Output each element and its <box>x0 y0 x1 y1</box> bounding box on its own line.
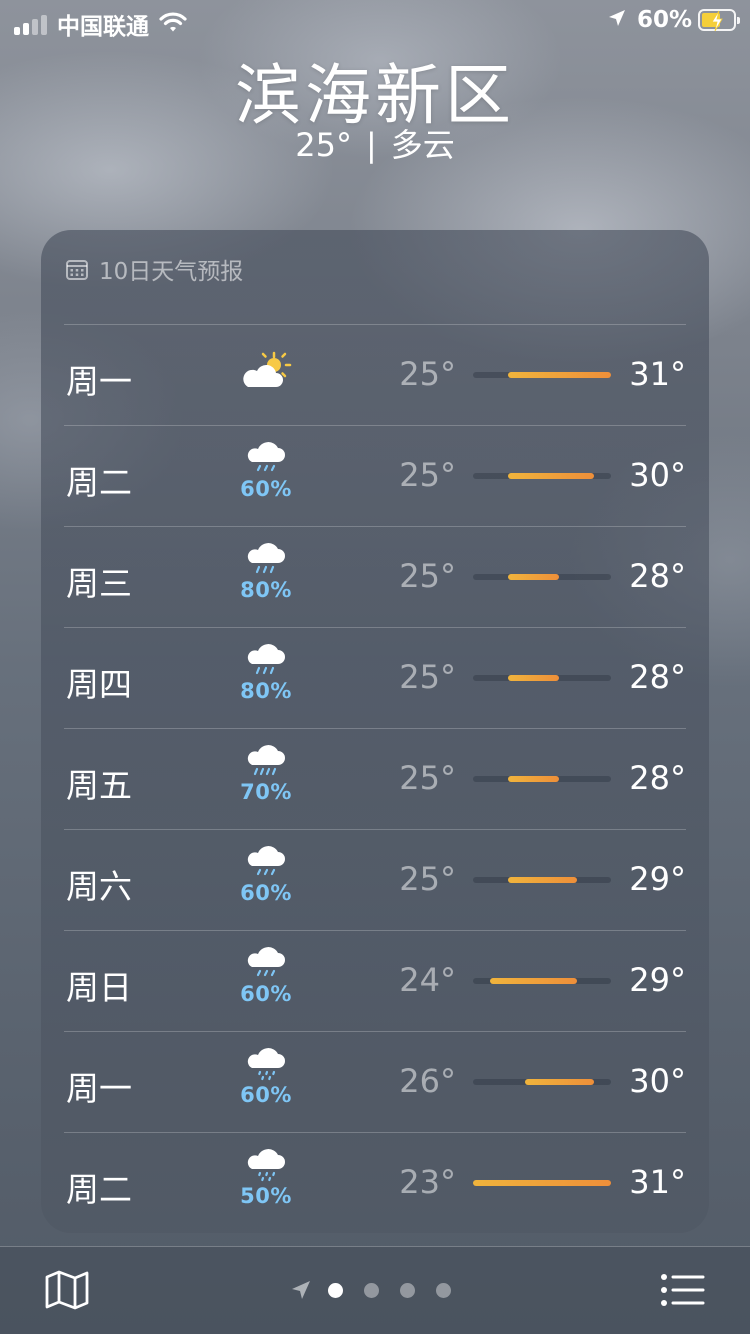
precipitation-chance: 50% <box>240 1184 292 1208</box>
high-temperature: 29° <box>629 961 686 999</box>
battery-charging-icon <box>698 9 740 32</box>
forecast-day: 周二 <box>66 463 132 502</box>
temperature-range-bar <box>473 978 611 984</box>
page-indicator[interactable] <box>290 1279 472 1301</box>
temperature-range-bar <box>473 675 611 681</box>
rain-cloud-icon <box>234 642 298 678</box>
forecast-row[interactable]: 周一 60% 26° 30° <box>64 1031 686 1132</box>
temperature-range-bar <box>473 372 611 378</box>
forecast-row[interactable]: 周二 60% 25° 30° <box>64 425 686 526</box>
summary-separator: | <box>365 126 377 164</box>
location-arrow-icon <box>607 8 627 32</box>
partly-cloudy-sun-icon <box>234 351 298 391</box>
high-temperature: 28° <box>629 658 686 696</box>
current-summary: 25° | 多云 <box>0 120 750 166</box>
low-temperature: 25° <box>399 658 456 696</box>
bottom-toolbar <box>0 1246 750 1334</box>
forecast-row[interactable]: 周日 60% 24° 29° <box>64 930 686 1031</box>
page-dot[interactable] <box>436 1282 451 1298</box>
forecast-row[interactable]: 周一 25° 31° <box>64 324 686 425</box>
forecast-day: 周六 <box>66 867 132 906</box>
low-temperature: 26° <box>399 1062 456 1100</box>
cellular-signal-icon <box>14 13 47 35</box>
temperature-range-bar <box>473 473 611 479</box>
temperature-range-fill <box>507 675 560 681</box>
carrier-name: 中国联通 <box>57 14 149 40</box>
forecast-card-header: 10日天气预报 <box>65 252 243 286</box>
precipitation-chance: 70% <box>240 780 292 804</box>
calendar-icon <box>65 257 89 281</box>
rain-cloud-icon <box>234 541 298 577</box>
low-temperature: 25° <box>399 355 456 393</box>
forecast-day: 周二 <box>66 1170 132 1209</box>
wifi-icon <box>159 11 187 37</box>
temperature-range-bar <box>473 1180 611 1186</box>
forecast-row[interactable]: 周六 60% 25° 29° <box>64 829 686 930</box>
forecast-day: 周四 <box>66 665 132 704</box>
page-dot[interactable] <box>400 1282 415 1298</box>
page-dot[interactable] <box>364 1282 379 1298</box>
low-temperature: 25° <box>399 557 456 595</box>
forecast-row[interactable]: 周四 80% 25° 28° <box>64 627 686 728</box>
forecast-title: 10日天气预报 <box>99 259 244 285</box>
forecast-row[interactable]: 周三 80% 25° 28° <box>64 526 686 627</box>
map-button[interactable] <box>44 1269 90 1315</box>
temperature-range-bar <box>473 1079 611 1085</box>
current-temperature: 25° <box>295 126 352 164</box>
low-temperature: 24° <box>399 961 456 999</box>
high-temperature: 28° <box>629 557 686 595</box>
rain-cloud-icon <box>234 440 298 476</box>
temperature-range-fill <box>507 372 611 378</box>
precipitation-chance: 60% <box>240 881 292 905</box>
list-button[interactable] <box>660 1273 706 1311</box>
low-temperature: 25° <box>399 759 456 797</box>
forecast-row[interactable]: 周二 50% 23° 31° <box>64 1132 686 1233</box>
high-temperature: 31° <box>629 1163 686 1201</box>
precipitation-chance: 60% <box>240 477 292 501</box>
low-temperature: 25° <box>399 860 456 898</box>
low-temperature: 25° <box>399 456 456 494</box>
temperature-range-fill <box>507 574 560 580</box>
precipitation-chance: 60% <box>240 1083 292 1107</box>
high-temperature: 30° <box>629 1062 686 1100</box>
high-temperature: 28° <box>629 759 686 797</box>
location-arrow-icon <box>290 1279 312 1301</box>
temperature-range-fill <box>490 978 577 984</box>
low-temperature: 23° <box>399 1163 456 1201</box>
high-temperature: 29° <box>629 860 686 898</box>
forecast-day: 周五 <box>66 766 132 805</box>
drizzle-cloud-icon <box>234 1046 298 1082</box>
status-bar: 中国联通 60% <box>0 0 750 40</box>
high-temperature: 30° <box>629 456 686 494</box>
temperature-range-fill <box>507 776 560 782</box>
high-temperature: 31° <box>629 355 686 393</box>
forecast-list: 周一 25° 31° 周二 60% 25° 30° 周三 80% 25° 28°… <box>64 324 686 1233</box>
precipitation-chance: 80% <box>240 578 292 602</box>
temperature-range-fill <box>524 1079 594 1085</box>
current-condition: 多云 <box>390 126 455 164</box>
temperature-range-bar <box>473 574 611 580</box>
forecast-day: 周一 <box>66 362 132 401</box>
drizzle-cloud-icon <box>234 1147 298 1183</box>
temperature-range-bar <box>473 877 611 883</box>
rain-cloud-icon <box>234 844 298 880</box>
heavy-rain-cloud-icon <box>234 743 298 779</box>
temperature-range-fill <box>507 877 577 883</box>
map-icon <box>45 1270 89 1310</box>
rain-cloud-icon <box>234 945 298 981</box>
page-dot[interactable] <box>328 1282 343 1298</box>
forecast-day: 周一 <box>66 1069 132 1108</box>
temperature-range-fill <box>507 473 594 479</box>
precipitation-chance: 80% <box>240 679 292 703</box>
temperature-range-fill <box>473 1180 611 1186</box>
forecast-day: 周日 <box>66 968 132 1007</box>
forecast-day: 周三 <box>66 564 132 603</box>
battery-percentage: 60% <box>636 7 692 33</box>
precipitation-chance: 60% <box>240 982 292 1006</box>
list-icon <box>661 1274 705 1306</box>
forecast-row[interactable]: 周五 70% 25° 28° <box>64 728 686 829</box>
temperature-range-bar <box>473 776 611 782</box>
forecast-card[interactable]: 10日天气预报 周一 25° 31° 周二 60% 25° 30° 周三 80%… <box>41 230 709 1233</box>
